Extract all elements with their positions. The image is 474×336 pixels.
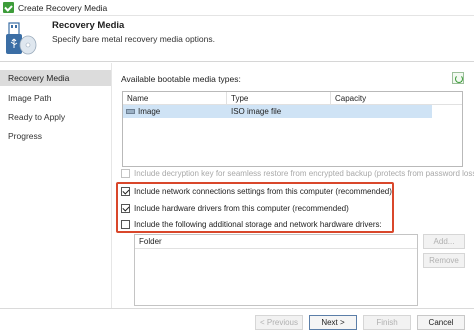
decryption-key-checkbox[interactable] bbox=[121, 169, 130, 178]
usb-recovery-media-icon bbox=[6, 22, 37, 55]
next-button[interactable]: Next > bbox=[309, 315, 357, 330]
hardware-drivers-label: Include hardware drivers from this compu… bbox=[134, 204, 349, 213]
network-settings-checkbox[interactable] bbox=[121, 187, 130, 196]
wizard-content: Available bootable media types: Name Typ… bbox=[112, 63, 474, 308]
row-name: Image bbox=[138, 107, 161, 116]
title-bar: Create Recovery Media bbox=[0, 0, 474, 16]
drive-icon bbox=[126, 109, 135, 114]
network-settings-label: Include network connections settings fro… bbox=[134, 187, 392, 196]
page-subtitle: Specify bare metal recovery media option… bbox=[52, 34, 215, 44]
hardware-drivers-checkbox[interactable] bbox=[121, 204, 130, 213]
column-header-type[interactable]: Type bbox=[227, 92, 331, 105]
step-recovery-media[interactable]: Recovery Media bbox=[0, 70, 111, 86]
step-image-path[interactable]: Image Path bbox=[0, 90, 111, 106]
remove-button[interactable]: Remove bbox=[423, 253, 465, 268]
column-header-folder[interactable]: Folder bbox=[135, 235, 417, 249]
finish-button[interactable]: Finish bbox=[363, 315, 411, 330]
column-header-capacity[interactable]: Capacity bbox=[331, 92, 462, 105]
decryption-key-label: Include decryption key for seamless rest… bbox=[134, 169, 474, 178]
page-title: Recovery Media bbox=[52, 20, 125, 31]
step-progress[interactable]: Progress bbox=[0, 128, 111, 144]
drivers-folder-list[interactable]: Folder bbox=[134, 234, 418, 306]
row-type: ISO image file bbox=[231, 107, 282, 116]
veeam-app-icon bbox=[3, 2, 14, 13]
media-types-table[interactable]: Name Type Capacity Image ISO image file bbox=[122, 91, 463, 167]
additional-drivers-label: Include the following additional storage… bbox=[134, 220, 382, 229]
cancel-button[interactable]: Cancel bbox=[417, 315, 465, 330]
add-button[interactable]: Add... bbox=[423, 234, 465, 249]
media-types-label: Available bootable media types: bbox=[121, 74, 241, 84]
refresh-icon[interactable] bbox=[452, 72, 464, 84]
wizard-header: Recovery Media Specify bare metal recove… bbox=[0, 16, 474, 62]
column-header-name[interactable]: Name bbox=[123, 92, 227, 105]
previous-button[interactable]: < Previous bbox=[255, 315, 303, 330]
window-title: Create Recovery Media bbox=[18, 3, 108, 13]
wizard-footer: < Previous Next > Finish Cancel bbox=[0, 308, 474, 336]
wizard-steps: Recovery Media Image Path Ready to Apply… bbox=[0, 63, 112, 308]
additional-drivers-checkbox[interactable] bbox=[121, 220, 130, 229]
step-ready-to-apply[interactable]: Ready to Apply bbox=[0, 109, 111, 125]
table-row[interactable]: Image ISO image file bbox=[123, 105, 432, 118]
